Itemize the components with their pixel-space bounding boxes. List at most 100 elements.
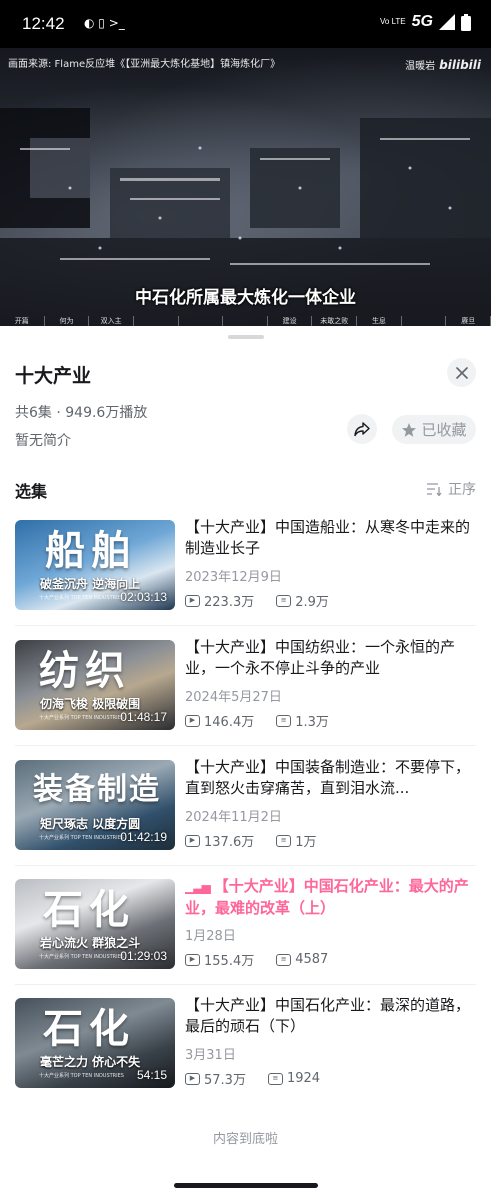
episodes-section-title: 选集 — [15, 482, 48, 501]
duration-label: 02:03:13 — [120, 590, 167, 604]
danmaku-stat: ≡ 1万 — [276, 831, 317, 850]
watermark-author: 温暖岩 — [405, 61, 436, 72]
thumb-title: 纺织 — [39, 648, 131, 694]
chapter-label[interactable]: 赓旦 — [446, 316, 491, 326]
episode-thumbnail: 石化 岩心流火 群狼之斗 十大产业系列 TOP TEN INDUSTRIES 0… — [15, 879, 175, 969]
episode-date: 2024年11月2日 — [185, 810, 282, 825]
episode-title: 【十大产业】中国石化产业：最深的道路，最后的顽石（下） — [185, 996, 471, 1035]
episode-thumbnail: 装备制造 矩尺琢志 以度方圆 十大产业系列 TOP TEN INDUSTRIES… — [15, 760, 175, 850]
episode-info: 【十大产业】中国造船业：从寒冬中走来的制造业长子 2023年12月9日 ▶ 223… — [185, 517, 476, 610]
episode-stats: ▶ 146.4万 ≡ 1.3万 — [185, 711, 476, 730]
views-count: 137.6万 — [204, 835, 255, 850]
episode-title: 【十大产业】中国石化产业：最大的产业，最难的改革（上） — [185, 877, 469, 917]
notification-icons: ◐ ▯ >_ — [84, 16, 125, 30]
views-count: 146.4万 — [204, 715, 255, 730]
episode-item[interactable]: 纺织 仞海飞梭 极限破围 十大产业系列 TOP TEN INDUSTRIES 0… — [15, 638, 476, 732]
chapter-label[interactable]: 双入主 — [89, 316, 134, 326]
divider — [15, 625, 476, 626]
share-icon — [354, 422, 370, 437]
chapter-label[interactable]: 建设 — [268, 316, 313, 326]
share-button[interactable] — [347, 414, 377, 444]
episode-date: 3月31日 — [185, 1048, 236, 1063]
episode-title: 【十大产业】中国装备制造业：不要停下，直到怒火击穿痛苦，直到泪水流... — [185, 758, 471, 797]
views-stat: ▶ 146.4万 — [185, 711, 254, 730]
sort-icon — [427, 483, 442, 496]
play-count-icon: ▶ — [185, 594, 200, 607]
episode-item[interactable]: 船舶 破釜沉舟 逆海向上 十大产业系列 TOP TEN INDUSTRIES 0… — [15, 517, 476, 612]
chapter-bar[interactable]: 开篇 何为 双入主 建设 未敢之败 生息 赓旦 — [0, 316, 491, 326]
clock: 12:42 — [22, 14, 65, 33]
episode-info: 【十大产业】中国石化产业：最深的道路，最后的顽石（下） 3月31日 ▶ 57.3万… — [185, 995, 476, 1088]
danmaku-stat: ≡ 2.9万 — [276, 591, 329, 610]
sort-order-button[interactable]: 正序 — [426, 479, 476, 499]
danmaku-stat: ≡ 1.3万 — [276, 711, 329, 730]
chapter-label[interactable] — [402, 316, 447, 326]
episode-info: ▁▃▅ 【十大产业】中国石化产业：最大的产业，最难的改革（上） 1月28日 ▶ 15… — [185, 876, 476, 969]
now-playing-icon: ▁▃▅ — [185, 880, 211, 894]
chapter-label[interactable] — [223, 316, 268, 326]
close-icon — [455, 366, 468, 379]
play-count-icon: ▶ — [185, 834, 200, 847]
gesture-home-bar[interactable] — [174, 1183, 318, 1188]
collection-title: 十大产业 — [15, 365, 92, 387]
battery-icon — [461, 13, 471, 31]
views-stat: ▶ 137.6万 — [185, 831, 254, 850]
chapter-label[interactable]: 开篇 — [0, 316, 45, 326]
chapter-label[interactable]: 生息 — [357, 316, 402, 326]
chapter-label[interactable]: 何为 — [45, 316, 90, 326]
danmaku-icon: ≡ — [276, 714, 292, 727]
views-count: 155.4万 — [204, 954, 255, 969]
play-count-icon: ▶ — [185, 953, 200, 966]
play-count-icon: ▶ — [185, 714, 200, 727]
danmaku-count: 1万 — [295, 835, 317, 850]
views-count: 223.3万 — [204, 595, 255, 610]
thumb-title: 石化 — [43, 1006, 135, 1052]
collection-meta: 共6集 · 949.6万播放 — [15, 405, 148, 421]
network-label: 5G — [411, 13, 433, 30]
divider — [15, 745, 476, 746]
danmaku-stat: ≡ 1924 — [267, 1069, 321, 1088]
status-bar: 12:42 ◐ ▯ >_ Vo LTE 5G — [0, 0, 491, 48]
drag-handle[interactable] — [228, 335, 264, 339]
views-stat: ▶ 155.4万 — [185, 950, 254, 969]
end-of-content-text: 内容到底啦 — [212, 1132, 278, 1147]
episode-title-playing: ▁▃▅ 【十大产业】中国石化产业：最大的产业，最难的改革（上） — [185, 876, 476, 918]
views-stat: ▶ 223.3万 — [185, 591, 254, 610]
episode-thumbnail: 石化 毫芒之力 侪心不失 十大产业系列 TOP TEN INDUSTRIES 5… — [15, 998, 175, 1088]
thumb-slogan: 毫芒之力 侪心不失 — [40, 1055, 141, 1069]
episode-item[interactable]: 装备制造 矩尺琢志 以度方圆 十大产业系列 TOP TEN INDUSTRIES… — [15, 758, 476, 852]
episode-item[interactable]: 石化 毫芒之力 侪心不失 十大产业系列 TOP TEN INDUSTRIES 5… — [15, 995, 476, 1090]
collection-description: 暂无简介 — [15, 433, 71, 449]
favorite-button[interactable]: 已收藏 — [392, 415, 476, 444]
danmaku-count: 4587 — [295, 952, 329, 967]
thumb-brand: 十大产业系列 TOP TEN INDUSTRIES — [39, 1073, 124, 1079]
episode-title: 【十大产业】中国造船业：从寒冬中走来的制造业长子 — [185, 518, 471, 557]
divider — [15, 865, 476, 866]
thumb-brand: 十大产业系列 TOP TEN INDUSTRIES — [39, 954, 124, 960]
episode-date: 2024年5月27日 — [185, 690, 282, 705]
episode-stats: ▶ 137.6万 ≡ 1万 — [185, 831, 476, 850]
views-stat: ▶ 57.3万 — [185, 1069, 246, 1088]
episode-stats: ▶ 223.3万 ≡ 2.9万 — [185, 591, 476, 610]
danmaku-count: 2.9万 — [295, 595, 329, 610]
episode-thumbnail: 纺织 仞海飞梭 极限破围 十大产业系列 TOP TEN INDUSTRIES 0… — [15, 640, 175, 730]
video-player[interactable]: 画面来源: Flame反应堆《【亚洲最大炼化基地】镇海炼化厂》 温暖岩 bili… — [0, 48, 491, 326]
chapter-label[interactable] — [134, 316, 179, 326]
video-source-text: 画面来源: Flame反应堆《【亚洲最大炼化基地】镇海炼化厂》 — [8, 59, 281, 70]
thumb-title: 船舶 — [45, 528, 137, 574]
danmaku-count: 1924 — [286, 1071, 321, 1086]
thumb-brand: 十大产业系列 TOP TEN INDUSTRIES — [39, 835, 124, 841]
episode-thumbnail: 船舶 破釜沉舟 逆海向上 十大产业系列 TOP TEN INDUSTRIES 0… — [15, 520, 175, 610]
thumb-title: 装备制造 — [33, 772, 161, 807]
video-subtitle: 中石化所属最大炼化一体企业 — [135, 288, 356, 308]
close-button[interactable] — [447, 358, 476, 387]
danmaku-stat: ≡ 4587 — [276, 950, 328, 969]
chapter-label[interactable]: 未敢之败 — [312, 316, 358, 326]
chapter-label[interactable] — [179, 316, 224, 326]
danmaku-icon: ≡ — [267, 1072, 283, 1085]
danmaku-icon: ≡ — [276, 594, 292, 607]
divider — [15, 984, 476, 985]
views-count: 57.3万 — [204, 1073, 246, 1088]
episode-item-active[interactable]: 石化 岩心流火 群狼之斗 十大产业系列 TOP TEN INDUSTRIES 0… — [15, 876, 476, 971]
danmaku-count: 1.3万 — [295, 715, 329, 730]
